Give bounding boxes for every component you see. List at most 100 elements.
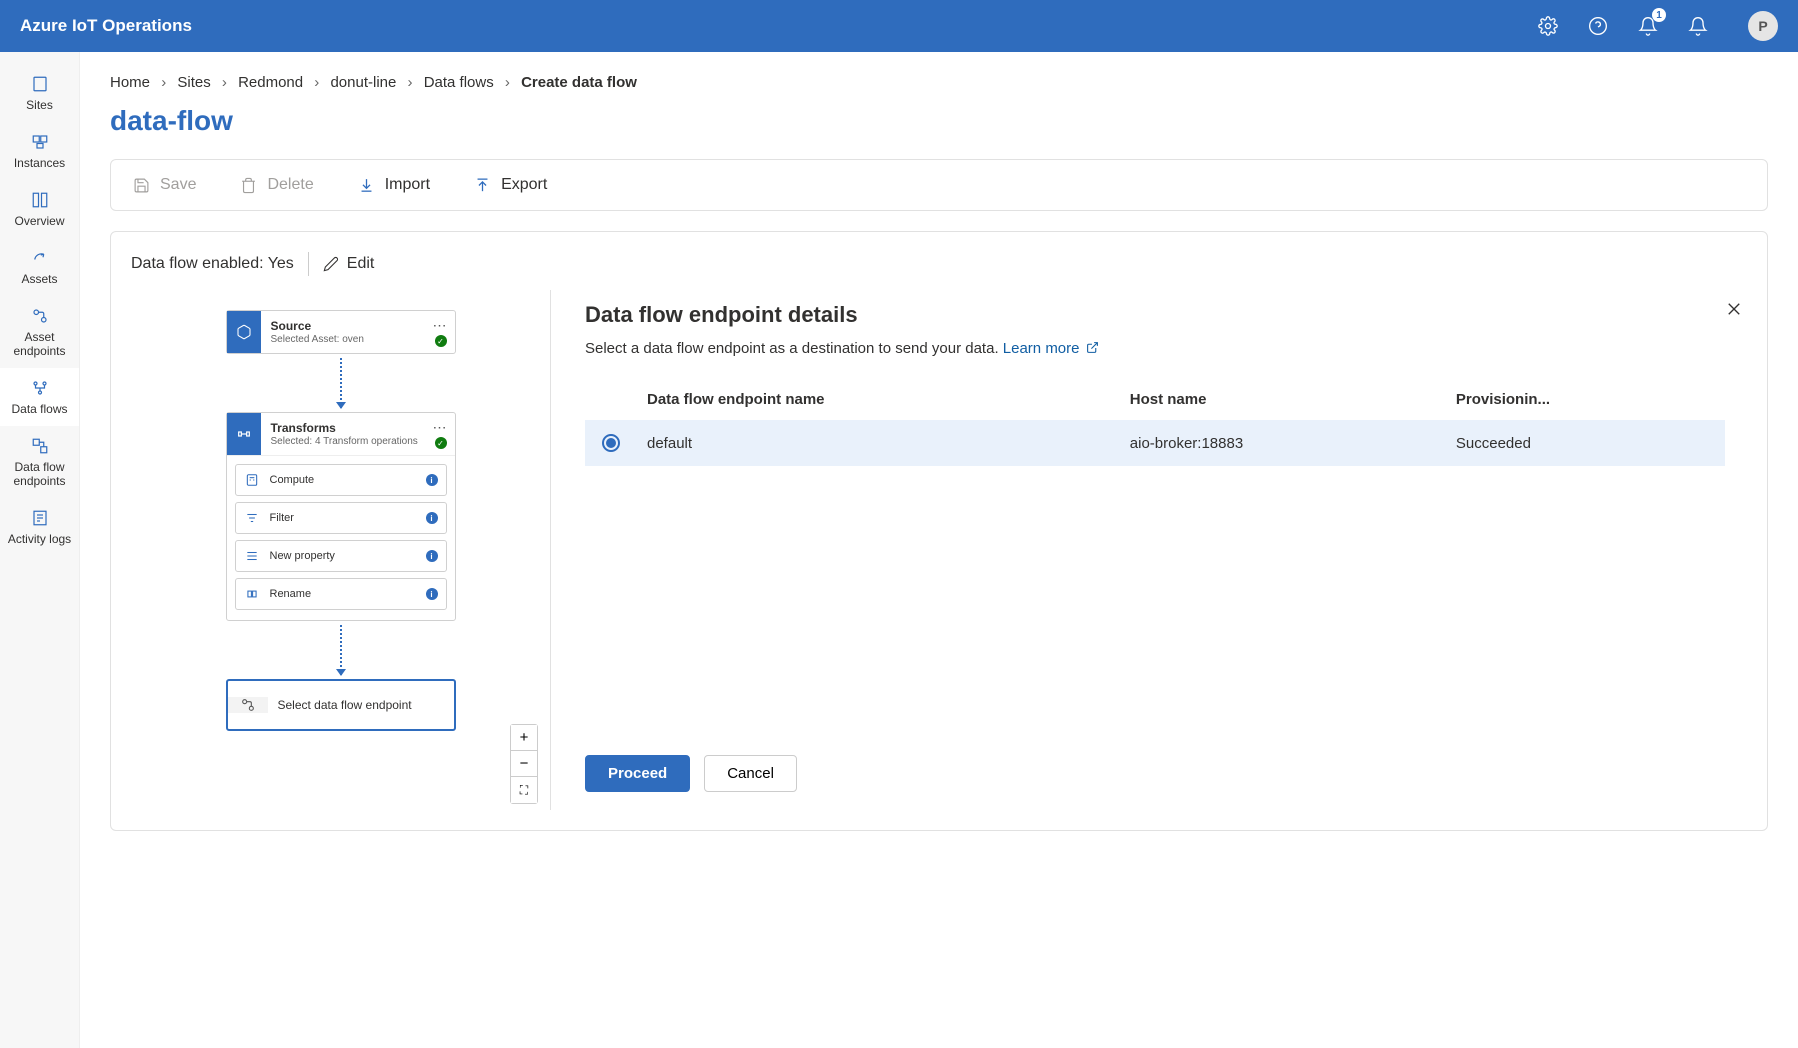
col-name: Data flow endpoint name xyxy=(637,379,1120,420)
source-node[interactable]: Source Selected Asset: oven ⋯ xyxy=(226,310,456,354)
info-icon xyxy=(426,550,438,562)
source-subtitle: Selected Asset: oven xyxy=(271,334,445,345)
header-actions: 1 P xyxy=(1534,11,1778,41)
source-stripe-icon xyxy=(227,311,261,353)
save-icon xyxy=(133,177,150,194)
canvas-card: Data flow enabled: Yes Edit Source xyxy=(110,231,1768,831)
transforms-check-icon xyxy=(435,437,447,449)
sidebar-item-label: Sites xyxy=(26,98,53,112)
alerts-icon[interactable] xyxy=(1684,12,1712,40)
source-title: Source xyxy=(271,319,445,333)
row-radio[interactable] xyxy=(602,434,620,452)
sidebar-item-assets[interactable]: Assets xyxy=(0,238,79,296)
sidebar-item-activity-logs[interactable]: Activity logs xyxy=(0,498,79,556)
col-host: Host name xyxy=(1120,379,1446,420)
breadcrumb-instance[interactable]: donut-line xyxy=(330,74,396,91)
app-header: Azure IoT Operations 1 P xyxy=(0,0,1798,52)
transforms-subtitle: Selected: 4 Transform operations xyxy=(271,436,445,447)
assets-icon xyxy=(30,248,50,268)
sidebar-item-sites[interactable]: Sites xyxy=(0,64,79,122)
import-button[interactable]: Import xyxy=(358,176,430,194)
edit-icon xyxy=(323,256,339,272)
info-icon xyxy=(426,512,438,524)
page-title: data-flow xyxy=(110,105,1768,137)
import-icon xyxy=(358,177,375,194)
connector xyxy=(340,358,342,408)
endpoint-details-panel: Data flow endpoint details Select a data… xyxy=(563,290,1747,810)
data-flows-icon xyxy=(30,378,50,398)
sidebar-item-label: Assets xyxy=(21,272,57,286)
sidebar-item-data-flows[interactable]: Data flows xyxy=(0,368,79,426)
overview-icon xyxy=(30,190,50,210)
panel-description: Select a data flow endpoint as a destina… xyxy=(585,340,1725,357)
export-icon xyxy=(474,177,491,194)
transforms-stripe-icon xyxy=(227,413,261,455)
row-host: aio-broker:18883 xyxy=(1120,420,1446,466)
settings-icon[interactable] xyxy=(1534,12,1562,40)
breadcrumb-dataflows[interactable]: Data flows xyxy=(424,74,494,91)
source-check-icon xyxy=(435,335,447,347)
help-icon[interactable] xyxy=(1584,12,1612,40)
transforms-title: Transforms xyxy=(271,421,445,435)
breadcrumb-sites[interactable]: Sites xyxy=(177,74,210,91)
toolbar: Save Delete Import Export xyxy=(110,159,1768,211)
export-button[interactable]: Export xyxy=(474,176,547,194)
col-prov: Provisionin... xyxy=(1446,379,1725,420)
table-row[interactable]: default aio-broker:18883 Succeeded xyxy=(585,420,1725,466)
zoom-fit-button[interactable]: ⛶ xyxy=(511,777,537,803)
external-link-icon xyxy=(1086,341,1099,354)
sidebar-item-asset-endpoints[interactable]: Asset endpoints xyxy=(0,296,79,368)
sidebar-item-label: Overview xyxy=(14,214,64,228)
notification-badge: 1 xyxy=(1652,8,1666,22)
sidebar-item-label: Instances xyxy=(14,156,65,170)
endpoints-table: Data flow endpoint name Host name Provis… xyxy=(585,379,1725,466)
flow-canvas[interactable]: Source Selected Asset: oven ⋯ xyxy=(131,290,551,810)
instances-icon xyxy=(30,132,50,152)
transforms-menu-icon[interactable]: ⋯ xyxy=(433,419,447,436)
enabled-label: Data flow enabled: Yes xyxy=(131,255,294,273)
status-row: Data flow enabled: Yes Edit xyxy=(131,252,1747,276)
sidebar: Sites Instances Overview Assets Asset en… xyxy=(0,52,80,1048)
cancel-button[interactable]: Cancel xyxy=(704,755,797,792)
notifications-icon[interactable]: 1 xyxy=(1634,12,1662,40)
connector xyxy=(340,625,342,675)
zoom-in-button[interactable]: + xyxy=(511,725,537,751)
activity-logs-icon xyxy=(30,508,50,528)
zoom-out-button[interactable]: − xyxy=(511,751,537,777)
breadcrumb-home[interactable]: Home xyxy=(110,74,150,91)
panel-title: Data flow endpoint details xyxy=(585,302,1725,328)
save-button: Save xyxy=(133,176,196,194)
select-endpoint-icon xyxy=(228,697,268,713)
panel-footer: Proceed Cancel xyxy=(585,739,1725,792)
info-icon xyxy=(426,588,438,600)
row-prov: Succeeded xyxy=(1446,420,1725,466)
op-rename[interactable]: Rename xyxy=(235,578,447,610)
op-new-property[interactable]: New property xyxy=(235,540,447,572)
edit-button[interactable]: Edit xyxy=(323,255,375,273)
app-title: Azure IoT Operations xyxy=(20,16,1534,36)
delete-button: Delete xyxy=(240,176,313,194)
row-name: default xyxy=(637,420,1120,466)
new-property-icon xyxy=(244,548,260,564)
zoom-controls: + − ⛶ xyxy=(510,724,538,804)
avatar[interactable]: P xyxy=(1748,11,1778,41)
source-menu-icon[interactable]: ⋯ xyxy=(433,317,447,334)
sidebar-item-data-flow-endpoints[interactable]: Data flow endpoints xyxy=(0,426,79,498)
sidebar-item-overview[interactable]: Overview xyxy=(0,180,79,238)
select-endpoint-node[interactable]: Select data flow endpoint xyxy=(226,679,456,731)
op-filter[interactable]: Filter xyxy=(235,502,447,534)
close-icon[interactable] xyxy=(1725,300,1743,321)
select-endpoint-label: Select data flow endpoint xyxy=(278,698,444,712)
compute-icon xyxy=(244,472,260,488)
sidebar-item-instances[interactable]: Instances xyxy=(0,122,79,180)
sidebar-item-label: Asset endpoints xyxy=(4,330,75,358)
delete-icon xyxy=(240,177,257,194)
learn-more-link[interactable]: Learn more xyxy=(1003,340,1099,357)
proceed-button[interactable]: Proceed xyxy=(585,755,690,792)
op-compute[interactable]: Compute xyxy=(235,464,447,496)
main-content: Home › Sites › Redmond › donut-line › Da… xyxy=(80,52,1798,1048)
data-flow-endpoints-icon xyxy=(30,436,50,456)
breadcrumb-redmond[interactable]: Redmond xyxy=(238,74,303,91)
filter-icon xyxy=(244,510,260,526)
transforms-node[interactable]: Transforms Selected: 4 Transform operati… xyxy=(226,412,456,621)
